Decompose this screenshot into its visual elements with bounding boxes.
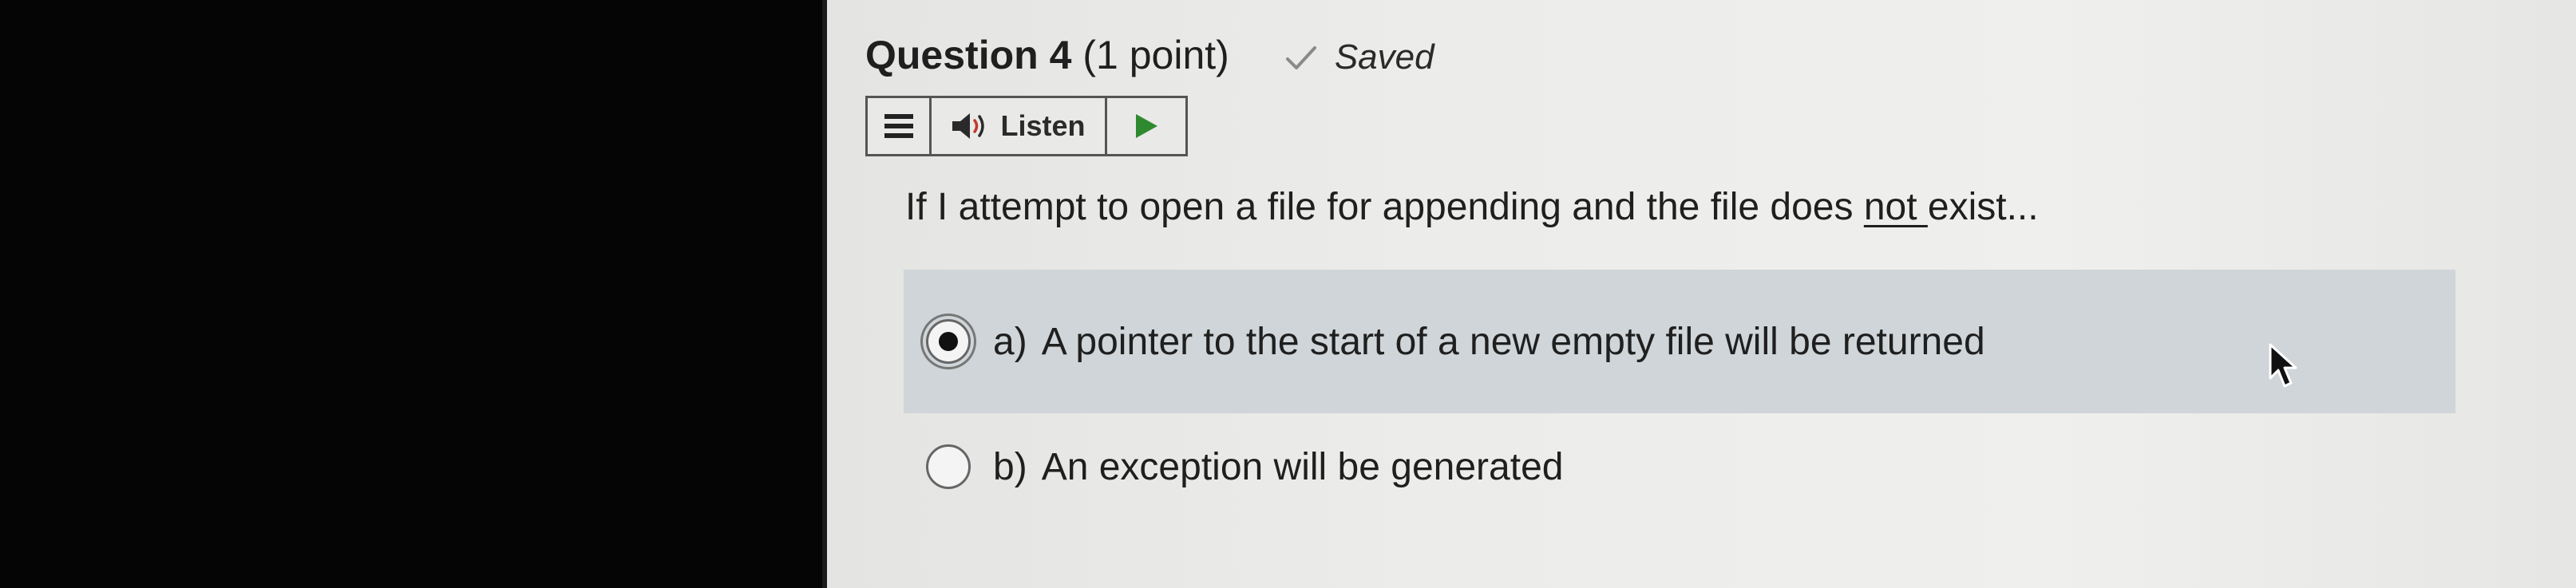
emphasis-not: not	[1863, 186, 1928, 228]
radio-dot	[939, 332, 958, 351]
radio-button-selected[interactable]	[926, 319, 971, 364]
screen: Question 4 (1 point) Saved Listen If I a…	[0, 0, 2576, 588]
radio-button[interactable]	[926, 444, 971, 489]
dark-border-area	[0, 0, 822, 588]
play-button[interactable]	[1107, 98, 1185, 154]
quiz-page: Question 4 (1 point) Saved Listen If I a…	[822, 0, 2576, 588]
question-text: If I attempt to open a file for appendin…	[905, 186, 2039, 228]
play-icon	[1136, 114, 1157, 138]
question-header: Question 4 (1 point) Saved	[865, 32, 1434, 78]
readspeaker-toolbar: Listen	[865, 96, 1188, 156]
option-letter: b)	[993, 445, 1027, 488]
answer-option-a[interactable]: a) A pointer to the start of a new empty…	[904, 270, 2455, 413]
saved-label: Saved	[1334, 37, 1434, 77]
option-text: A pointer to the start of a new empty fi…	[1041, 320, 1985, 363]
check-icon	[1285, 46, 1316, 69]
option-text: An exception will be generated	[1041, 445, 1564, 488]
listen-button[interactable]: Listen	[932, 98, 1107, 154]
toolbar-menu-button[interactable]	[868, 98, 932, 154]
question-title: Question 4	[865, 33, 1072, 77]
mouse-cursor-icon	[2269, 343, 2297, 388]
saved-status: Saved	[1285, 37, 1434, 77]
option-letter: a)	[993, 320, 1027, 363]
hamburger-menu-icon	[884, 114, 913, 138]
question-points: (1 point)	[1082, 33, 1229, 77]
listen-label: Listen	[1000, 109, 1086, 142]
speaker-icon	[952, 113, 985, 139]
answer-option-b[interactable]: b) An exception will be generated	[904, 431, 1563, 503]
